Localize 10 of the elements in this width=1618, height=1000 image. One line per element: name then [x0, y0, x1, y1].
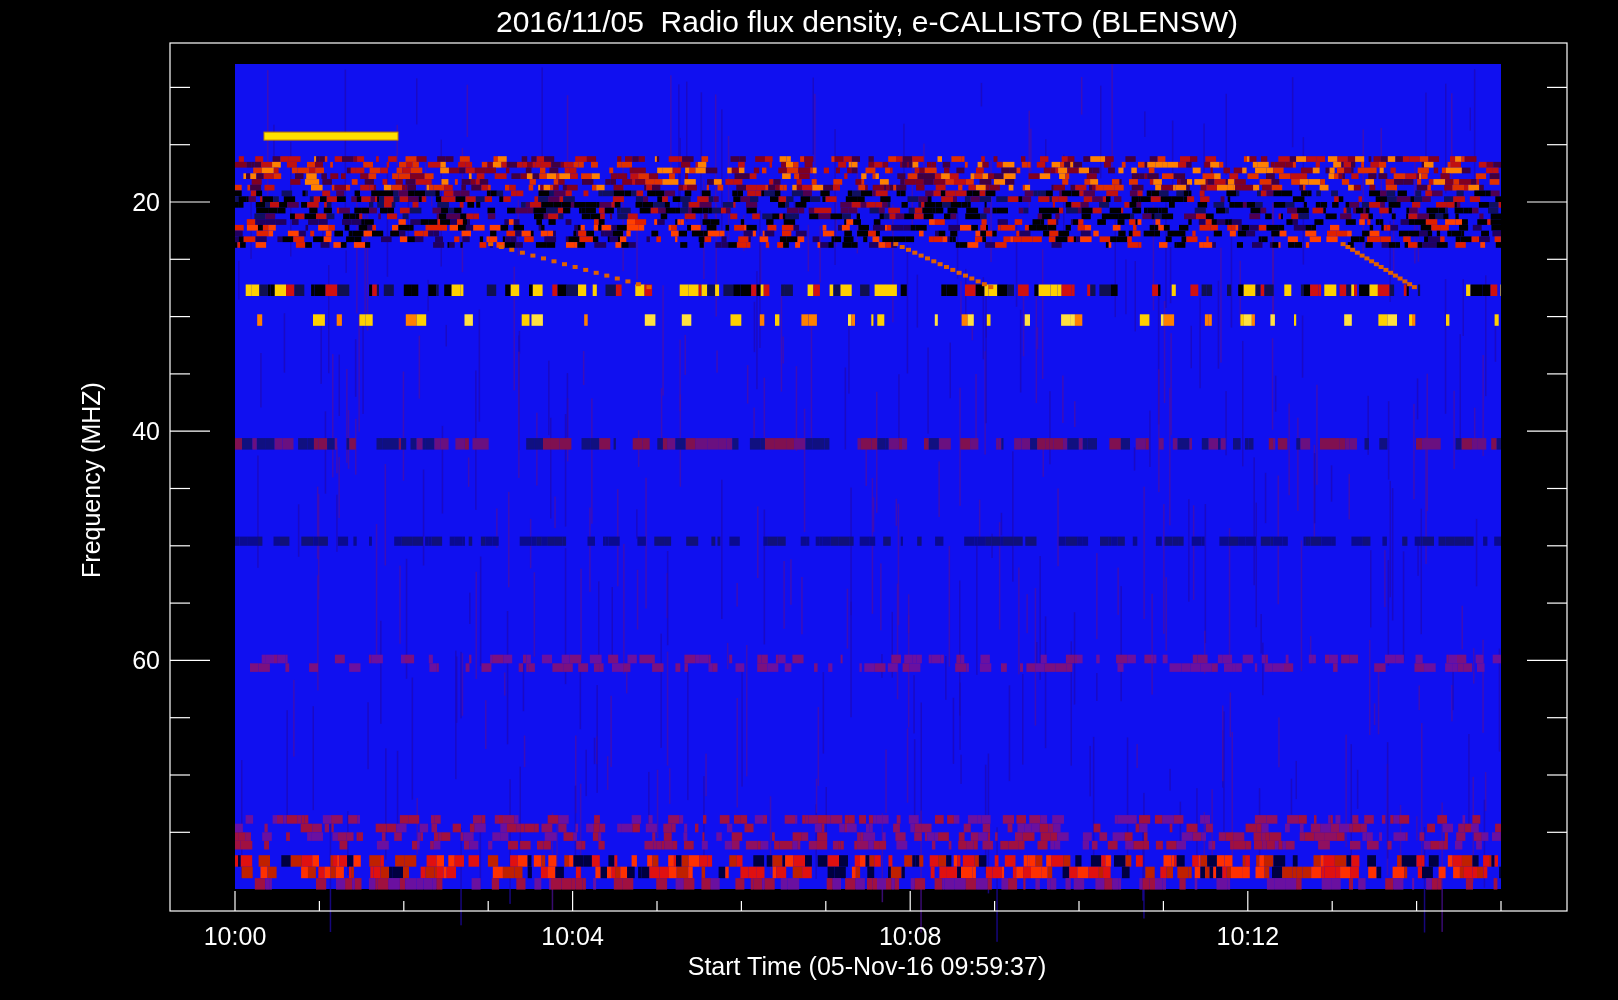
- x-tick-label: 10:04: [541, 922, 604, 950]
- y-tick-label: 40: [132, 417, 160, 446]
- y-axis-label: Frequency (MHZ): [77, 382, 105, 578]
- y-tick-label: 60: [132, 646, 160, 675]
- chart-title: 2016/11/05 Radio flux density, e-CALLISTO (BLENSW): [496, 5, 1238, 38]
- y-tick-label: 20: [132, 188, 160, 216]
- x-tick-label: 10:00: [203, 922, 267, 950]
- x-tick-label: 10:08: [878, 922, 942, 950]
- x-axis-label: Start Time (05-Nov-16 09:59:37): [687, 952, 1047, 980]
- x-tick-label: 10:12: [1216, 922, 1280, 950]
